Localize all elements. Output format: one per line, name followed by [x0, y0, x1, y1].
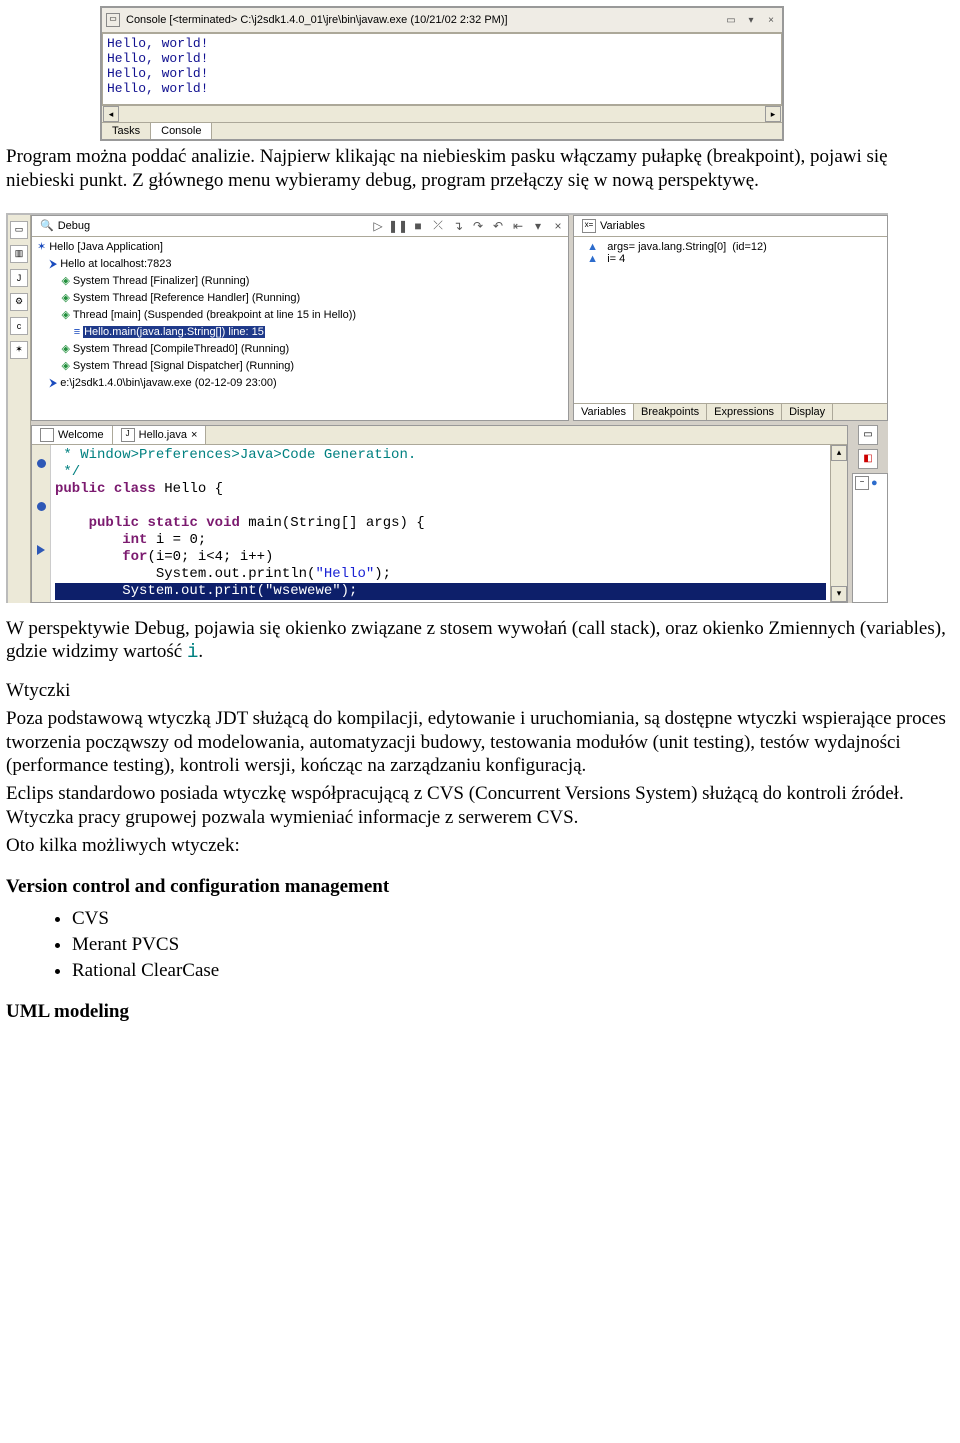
debug-pointer-icon: [37, 545, 45, 555]
variables-header: x= Variables: [574, 216, 887, 237]
console-title: Console [<terminated> C:\j2sdk1.4.0_01\j…: [126, 14, 718, 26]
variable-row[interactable]: ▲ i= 4: [578, 253, 883, 265]
view-close-icon[interactable]: ×: [550, 218, 566, 234]
console-line: Hello, world!: [107, 51, 777, 66]
editor-view: Welcome JHello.java × * Window>Preferenc…: [31, 425, 848, 603]
stack-node[interactable]: Hello.main(java.lang.String[]) line: 15: [34, 324, 566, 341]
stack-node[interactable]: Thread [main] (Suspended (breakpoint at …: [34, 307, 566, 324]
step-return-icon[interactable]: ↶: [490, 218, 506, 234]
code-area[interactable]: * Window>Preferences>Java>Code Generatio…: [51, 445, 830, 602]
package-icon[interactable]: ▥: [10, 245, 28, 263]
scroll-left-icon[interactable]: ◂: [103, 106, 119, 122]
outline-panel: ▭ ◧ −●: [852, 425, 888, 603]
tab-close-icon[interactable]: ×: [191, 429, 197, 441]
variables-view: x= Variables ▲ args= java.lang.String[0] …: [573, 215, 888, 421]
console-line: Hello, world!: [107, 81, 777, 96]
editor-gutter[interactable]: [32, 445, 51, 602]
step-over-icon[interactable]: ↷: [470, 218, 486, 234]
java-file-icon: J: [121, 428, 135, 442]
stack-node[interactable]: System Thread [Reference Handler] (Runni…: [34, 290, 566, 307]
java-icon[interactable]: J: [10, 269, 28, 287]
stack-node[interactable]: System Thread [Signal Dispatcher] (Runni…: [34, 358, 566, 375]
paragraph: Eclips standardowo posiada wtyczkę współ…: [6, 782, 950, 830]
editor-tabstrip: Welcome JHello.java ×: [32, 426, 847, 445]
section-heading-vc: Version control and configuration manage…: [6, 875, 950, 899]
list-item: Rational ClearCase: [72, 959, 950, 983]
tab-expressions[interactable]: Expressions: [707, 404, 782, 420]
stack-node[interactable]: Hello [Java Application]: [34, 239, 566, 256]
console-icon: ▭: [106, 13, 120, 27]
cvs-icon[interactable]: c: [10, 317, 28, 335]
stack-node[interactable]: System Thread [Finalizer] (Running): [34, 273, 566, 290]
console-hscroll[interactable]: ◂ ▸: [102, 105, 782, 122]
bug-icon: [40, 219, 54, 232]
outline-icon[interactable]: ◧: [858, 449, 878, 469]
tab-hello-java[interactable]: JHello.java ×: [113, 426, 207, 444]
console-output: Hello, world! Hello, world! Hello, world…: [102, 33, 782, 105]
list-item: CVS: [72, 907, 950, 931]
console-line: Hello, world!: [107, 66, 777, 81]
plugins-heading: Wtyczki: [6, 679, 950, 703]
outline-tree[interactable]: −●: [852, 473, 888, 603]
editor-vscroll[interactable]: ▴ ▾: [830, 445, 847, 602]
code-var-i: i: [187, 641, 198, 663]
variables-body[interactable]: ▲ args= java.lang.String[0] (id=12) ▲ i=…: [574, 237, 887, 403]
view-menu-icon[interactable]: ▾: [530, 218, 546, 234]
debug-view-header: Debug ▷ ❚❚ ■ ⤫ ↴ ↷ ↶ ⇤ ▾ ×: [32, 216, 568, 237]
console-tabstrip: Tasks Console: [102, 122, 782, 139]
paragraph: Oto kilka możliwych wtyczek:: [6, 834, 950, 858]
breakpoint-marker[interactable]: [37, 502, 46, 511]
stack-node[interactable]: System Thread [CompileThread0] (Running): [34, 341, 566, 358]
resume-icon[interactable]: ▷: [370, 218, 386, 234]
tab-welcome[interactable]: Welcome: [32, 426, 113, 444]
paragraph: W perspektywie Debug, pojawia się okienk…: [6, 617, 950, 666]
paragraph: Poza podstawową wtyczką JDT służącą do k…: [6, 707, 950, 778]
tab-breakpoints[interactable]: Breakpoints: [634, 404, 707, 420]
disconnect-icon[interactable]: ⤫: [430, 218, 446, 234]
stack-node[interactable]: e:\j2sdk1.4.0\bin\javaw.exe (02-12-09 23…: [34, 375, 566, 392]
vc-list: CVS Merant PVCS Rational ClearCase: [32, 907, 950, 982]
minus-icon[interactable]: −: [855, 476, 869, 490]
breakpoint-marker[interactable]: [37, 459, 46, 468]
outline-icon[interactable]: ▭: [858, 425, 878, 445]
console-panel: ▭ Console [<terminated> C:\j2sdk1.4.0_01…: [100, 6, 784, 141]
console-line: Hello, world!: [107, 36, 777, 51]
scroll-down-icon[interactable]: ▾: [831, 586, 847, 602]
debug-call-stack[interactable]: Hello [Java Application] Hello at localh…: [32, 237, 568, 420]
tab-tasks[interactable]: Tasks: [102, 123, 151, 139]
paragraph: Program można poddać analizie. Najpierw …: [6, 145, 950, 193]
perspective-icon[interactable]: ▭: [10, 221, 28, 239]
star-icon[interactable]: ✶: [10, 341, 28, 359]
file-icon: [40, 428, 54, 442]
pause-icon[interactable]: ❚❚: [390, 218, 406, 234]
debug-view-title: Debug: [58, 220, 90, 232]
variables-title: Variables: [600, 220, 645, 232]
debug-icon[interactable]: ⚙: [10, 293, 28, 311]
menu-icon[interactable]: ▾: [744, 13, 758, 27]
section-heading-uml: UML modeling: [6, 1000, 950, 1024]
step-into-icon[interactable]: ↴: [450, 218, 466, 234]
maximize-icon[interactable]: ▭: [724, 13, 738, 27]
debug-view: Debug ▷ ❚❚ ■ ⤫ ↴ ↷ ↶ ⇤ ▾ × Hello [Java A…: [31, 215, 569, 421]
scroll-up-icon[interactable]: ▴: [831, 445, 847, 461]
tab-display[interactable]: Display: [782, 404, 833, 420]
drop-frame-icon[interactable]: ⇤: [510, 218, 526, 234]
variables-tabstrip: Variables Breakpoints Expressions Displa…: [574, 403, 887, 420]
vars-icon: x=: [582, 219, 596, 233]
tab-console[interactable]: Console: [151, 123, 212, 139]
stop-icon[interactable]: ■: [410, 218, 426, 234]
stack-node[interactable]: Hello at localhost:7823: [34, 256, 566, 273]
scroll-right-icon[interactable]: ▸: [765, 106, 781, 122]
list-item: Merant PVCS: [72, 933, 950, 957]
vertical-toolbar: ▭ ▥ J ⚙ c ✶: [8, 215, 31, 603]
close-icon[interactable]: ×: [764, 13, 778, 27]
tab-variables[interactable]: Variables: [574, 404, 634, 420]
console-titlebar: ▭ Console [<terminated> C:\j2sdk1.4.0_01…: [102, 8, 782, 33]
debug-perspective: ▭ ▥ J ⚙ c ✶ Debug ▷ ❚❚ ■ ⤫ ↴ ↷ ↶ ⇤ ▾: [6, 213, 888, 603]
variable-row[interactable]: ▲ args= java.lang.String[0] (id=12): [578, 241, 883, 253]
